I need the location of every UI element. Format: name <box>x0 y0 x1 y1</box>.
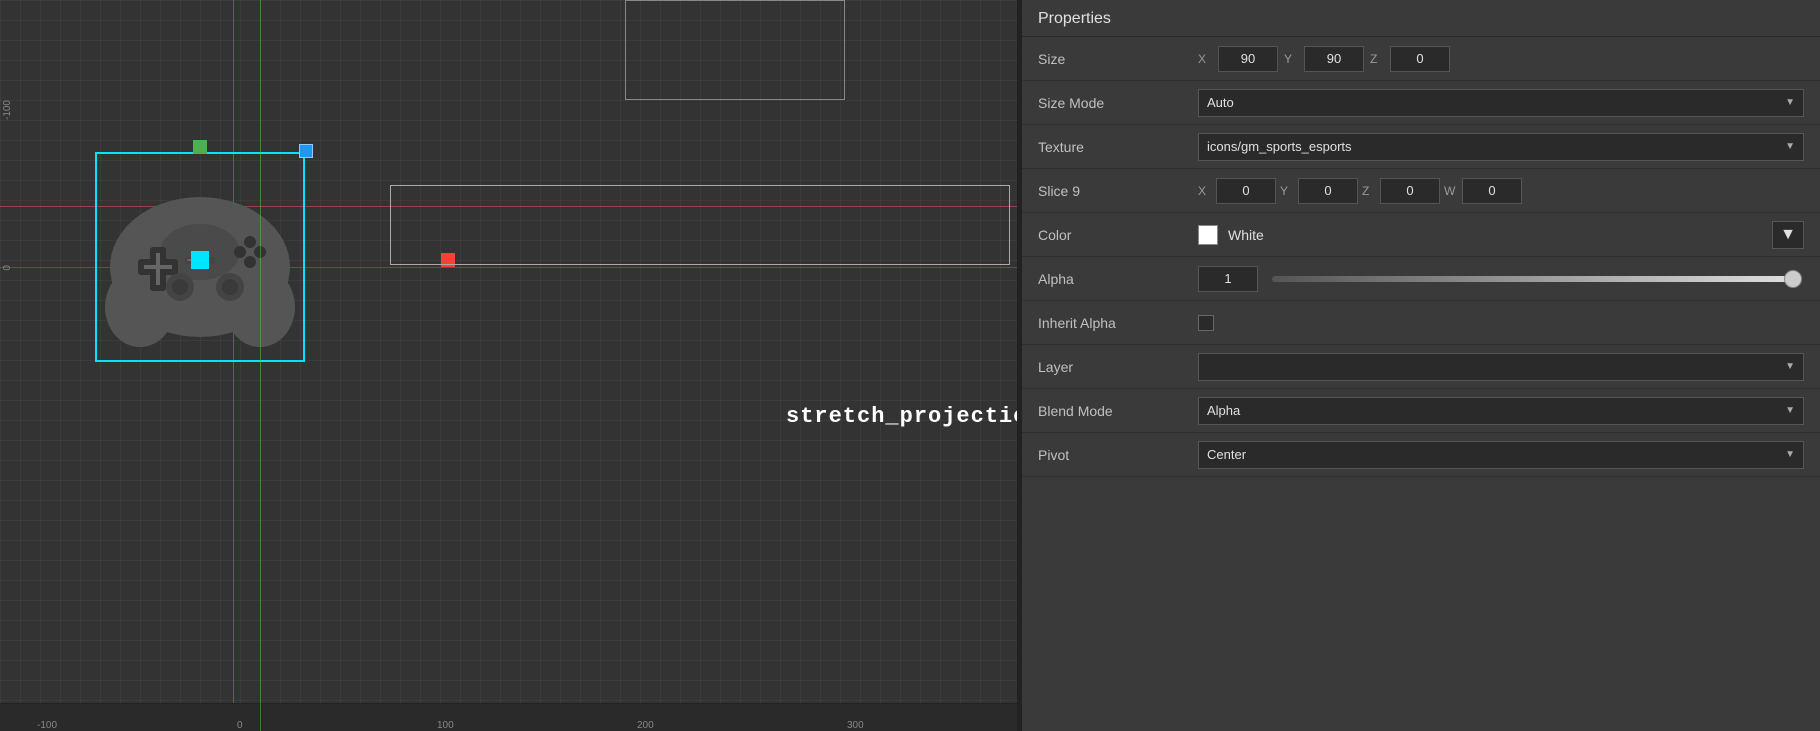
size-mode-value: Auto ▼ <box>1198 89 1804 117</box>
layer-label: Layer <box>1038 359 1198 375</box>
pivot-label: Pivot <box>1038 447 1198 463</box>
prop-row-blend-mode: Blend Mode Alpha ▼ <box>1022 389 1820 433</box>
slice9-inputs: X Y Z W <box>1198 178 1804 204</box>
alpha-value <box>1198 266 1804 292</box>
pivot-value: Center ▼ <box>1198 441 1804 469</box>
ruler-tick-4: 300 <box>845 720 864 731</box>
size-mode-label: Size Mode <box>1038 95 1198 111</box>
slice9-w-label: W <box>1444 184 1458 198</box>
texture-value: icons/gm_sports_esports ▼ <box>1198 133 1804 161</box>
top-rect-decoration <box>625 0 845 100</box>
color-dropdown-arrow: ▼ <box>1780 226 1796 244</box>
slice9-z-label: Z <box>1362 184 1376 198</box>
prop-row-size-mode: Size Mode Auto ▼ <box>1022 81 1820 125</box>
pivot-dropdown-arrow: ▼ <box>1785 449 1795 460</box>
stretch-projection-label: stretch_projection <box>786 404 1020 429</box>
color-value: White ▼ <box>1198 221 1804 249</box>
pivot-center-handle[interactable] <box>191 251 209 269</box>
left-ruler-tick-neg100: -100 <box>2 100 13 120</box>
blend-mode-dropdown[interactable]: Alpha ▼ <box>1198 397 1804 425</box>
size-mode-dropdown-arrow: ▼ <box>1785 97 1795 108</box>
gamepad-container[interactable] <box>95 152 305 367</box>
rotation-handle[interactable] <box>193 140 207 154</box>
layer-dropdown[interactable]: ▼ <box>1198 353 1804 381</box>
prop-row-texture: Texture icons/gm_sports_esports ▼ <box>1022 125 1820 169</box>
texture-dropdown-arrow: ▼ <box>1785 141 1795 152</box>
layer-value: ▼ <box>1198 353 1804 381</box>
alpha-label: Alpha <box>1038 271 1198 287</box>
size-z-label: Z <box>1370 52 1384 66</box>
canvas-viewport[interactable]: stretch_projection -100 0 100 200 300 -1… <box>0 0 1020 731</box>
size-value-group: X Y Z <box>1198 46 1804 72</box>
properties-panel: Properties Size X Y Z Size Mode Auto ▼ T… <box>1020 0 1820 731</box>
layer-dropdown-arrow: ▼ <box>1785 361 1795 372</box>
slice9-x-input[interactable] <box>1216 178 1276 204</box>
prop-row-size: Size X Y Z <box>1022 37 1820 81</box>
size-z-input[interactable] <box>1390 46 1450 72</box>
ruler-tick-1: 0 <box>235 720 243 731</box>
slice9-y-label: Y <box>1280 184 1294 198</box>
size-mode-dropdown-text: Auto <box>1207 95 1234 110</box>
scale-handle-corner[interactable] <box>299 144 313 158</box>
color-swatch[interactable] <box>1198 225 1218 245</box>
prop-row-alpha: Alpha <box>1022 257 1820 301</box>
size-x-label: X <box>1198 52 1212 66</box>
color-label: Color <box>1038 227 1198 243</box>
texture-label: Texture <box>1038 139 1198 155</box>
slice9-label: Slice 9 <box>1038 183 1198 199</box>
prop-row-pivot: Pivot Center ▼ <box>1022 433 1820 477</box>
ruler-tick-0: -100 <box>35 720 57 731</box>
panel-separator <box>1017 0 1020 731</box>
prop-row-layer: Layer ▼ <box>1022 345 1820 389</box>
inherit-alpha-label: Inherit Alpha <box>1038 315 1198 331</box>
slice9-w-input[interactable] <box>1462 178 1522 204</box>
stretch-projection-box: stretch_projection <box>390 185 1010 265</box>
size-y-input[interactable] <box>1304 46 1364 72</box>
ruler-tick-3: 200 <box>635 720 654 731</box>
texture-dropdown-text: icons/gm_sports_esports <box>1207 139 1352 154</box>
color-name-text: White <box>1228 227 1766 243</box>
size-y-label: Y <box>1284 52 1298 66</box>
bottom-ruler: -100 0 100 200 300 <box>0 703 1020 731</box>
ruler-tick-2: 100 <box>435 720 454 731</box>
pivot-dropdown[interactable]: Center ▼ <box>1198 441 1804 469</box>
texture-dropdown[interactable]: icons/gm_sports_esports ▼ <box>1198 133 1804 161</box>
blend-mode-dropdown-text: Alpha <box>1207 403 1240 418</box>
prop-row-inherit-alpha: Inherit Alpha <box>1022 301 1820 345</box>
inherit-alpha-checkbox[interactable] <box>1198 315 1214 331</box>
size-x-input[interactable] <box>1218 46 1278 72</box>
slice9-x-label: X <box>1198 184 1212 198</box>
size-mode-dropdown[interactable]: Auto ▼ <box>1198 89 1804 117</box>
size-label: Size <box>1038 51 1198 67</box>
blend-mode-value: Alpha ▼ <box>1198 397 1804 425</box>
slice9-y-input[interactable] <box>1298 178 1358 204</box>
panel-title: Properties <box>1022 0 1820 37</box>
inherit-alpha-value <box>1198 315 1804 331</box>
color-dropdown-button[interactable]: ▼ <box>1772 221 1804 249</box>
prop-row-slice9: Slice 9 X Y Z W <box>1022 169 1820 213</box>
left-ruler-tick-0: 0 <box>2 265 13 271</box>
blend-mode-dropdown-arrow: ▼ <box>1785 405 1795 416</box>
alpha-thumb[interactable] <box>1784 270 1802 288</box>
slice9-z-input[interactable] <box>1380 178 1440 204</box>
prop-row-color: Color White ▼ <box>1022 213 1820 257</box>
blend-mode-label: Blend Mode <box>1038 403 1198 419</box>
alpha-input[interactable] <box>1198 266 1258 292</box>
alpha-slider[interactable] <box>1272 276 1796 282</box>
pivot-dropdown-text: Center <box>1207 447 1246 462</box>
